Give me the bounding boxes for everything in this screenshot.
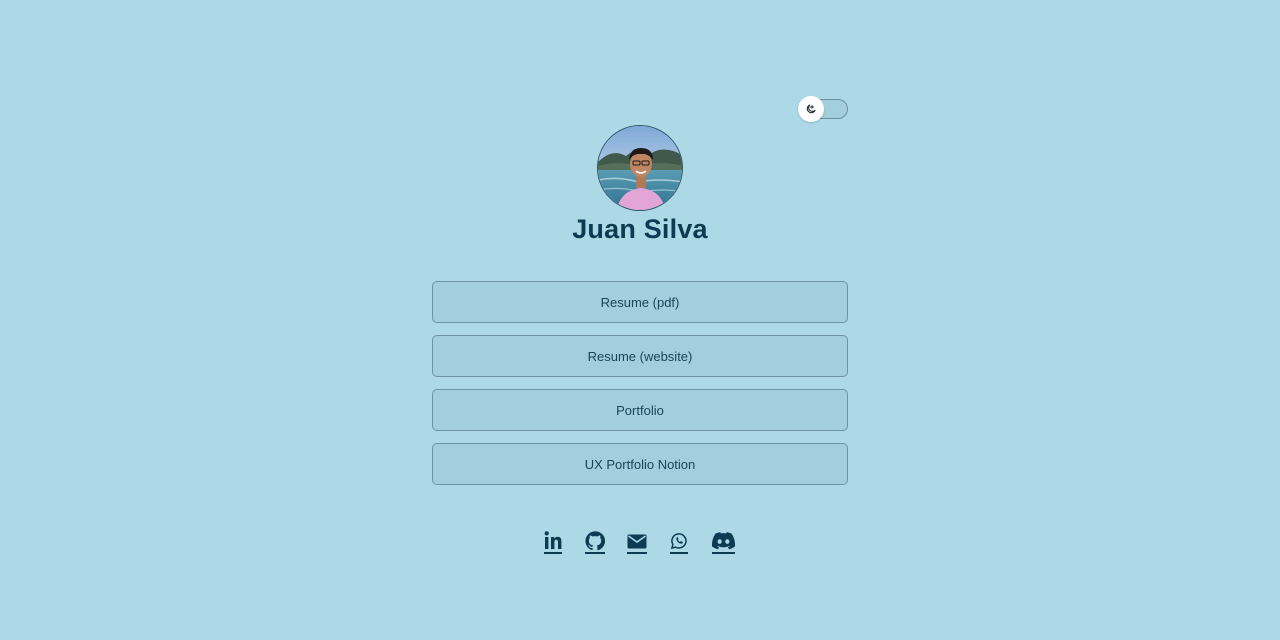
discord-icon [712, 532, 735, 550]
link-ux-portfolio-notion[interactable]: UX Portfolio Notion [432, 443, 848, 485]
email-icon [627, 534, 647, 549]
linkedin-underline [544, 552, 562, 554]
github-icon [585, 531, 605, 551]
discord-underline [712, 552, 735, 554]
whatsapp-link[interactable] [670, 531, 688, 555]
discord-link[interactable] [712, 531, 735, 555]
theme-toggle[interactable] [798, 96, 848, 122]
whatsapp-icon [670, 533, 687, 550]
email-link[interactable] [627, 531, 647, 555]
profile-name: Juan Silva [572, 214, 708, 244]
linktree-page: Juan Silva Resume (pdf) Resume (website)… [0, 0, 1280, 640]
link-resume-website[interactable]: Resume (website) [432, 335, 848, 377]
moon-icon [806, 104, 816, 114]
linkedin-icon [544, 531, 562, 549]
avatar-photo [598, 126, 682, 210]
avatar [597, 125, 683, 211]
link-portfolio[interactable]: Portfolio [432, 389, 848, 431]
email-underline [627, 552, 647, 554]
whatsapp-underline [670, 552, 688, 554]
linkedin-link[interactable] [544, 531, 562, 555]
link-list: Resume (pdf) Resume (website) Portfolio … [432, 281, 848, 497]
link-resume-pdf[interactable]: Resume (pdf) [432, 281, 848, 323]
social-links [0, 531, 1280, 555]
theme-toggle-knob[interactable] [798, 96, 824, 122]
github-underline [585, 552, 605, 554]
github-link[interactable] [585, 531, 605, 555]
